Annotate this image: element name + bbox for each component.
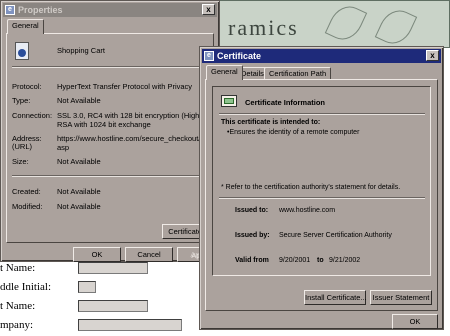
issued-by-label: Issued by: [235, 232, 270, 239]
protocol-value: HyperText Transfer Protocol with Privacy [57, 82, 193, 91]
middle-initial-input[interactable] [78, 281, 96, 293]
valid-from-label: Valid from [235, 257, 269, 264]
modified-value: Not Available [57, 202, 101, 211]
close-button[interactable]: x [426, 50, 439, 61]
first-name-input[interactable] [78, 262, 148, 274]
size-value: Not Available [57, 157, 101, 166]
valid-from-date: 9/20/2001 [279, 257, 311, 264]
properties-panel: Shopping Cart Protocol: HyperText Transf… [6, 33, 215, 243]
site-banner-text: ramics [228, 15, 299, 40]
properties-title: Properties [18, 5, 63, 15]
install-certificate-button[interactable]: Install Certificate... [304, 290, 367, 305]
issuer-statement-button[interactable]: Issuer Statement [370, 290, 432, 305]
valid-to-date: 9/21/2002 [329, 257, 361, 264]
ok-button[interactable]: OK [73, 247, 121, 262]
modified-label: Modified: [12, 202, 43, 211]
type-value: Not Available [57, 96, 101, 105]
properties-dialog: e Properties x General Shopping Cart Pro… [0, 0, 220, 262]
company-input[interactable] [78, 319, 182, 331]
middle-initial-label: ddle Initial: [0, 281, 52, 293]
item-name: Shopping Cart [57, 46, 105, 55]
document-icon [15, 42, 29, 60]
leaf-decoration-icon [324, 1, 368, 46]
valid-to-label: to [317, 257, 324, 264]
company-label: mpany: [0, 319, 33, 331]
window-icon: e [204, 51, 214, 61]
created-value: Not Available [57, 187, 101, 196]
leaf-decoration-icon [374, 4, 418, 47]
tab-general[interactable]: General [206, 65, 243, 80]
last-name-label: t Name: [0, 300, 36, 312]
issued-to-value: www.hostline.com [279, 207, 336, 214]
refer-statement-note: * Refer to the certification authority's… [221, 184, 401, 191]
close-button[interactable]: x [202, 4, 215, 15]
certificate-titlebar[interactable]: e Certificate x [202, 49, 441, 63]
created-label: Created: [12, 187, 41, 196]
last-name-input[interactable] [78, 300, 148, 312]
address-url-label: (URL) [12, 142, 32, 151]
certificate-info-box: Certificate Information This certificate… [212, 86, 431, 276]
size-label: Size: [12, 157, 29, 166]
divider [12, 66, 208, 68]
issued-to-label: Issued to: [235, 207, 269, 214]
ok-button[interactable]: OK [392, 314, 438, 329]
address-value: https://www.hostline.com/secure_checkout… [57, 134, 215, 152]
divider [219, 197, 425, 199]
divider [12, 175, 208, 177]
certificate-dialog: e Certificate x General Details Certific… [199, 46, 444, 330]
connection-value: SSL 3.0, RC4 with 128 bit encryption (Hi… [57, 111, 204, 129]
tab-general[interactable]: General [7, 19, 44, 34]
intended-purpose-item: •Ensures the identity of a remote comput… [227, 129, 360, 136]
certificate-panel: Certificate Information This certificate… [205, 79, 438, 311]
divider [219, 113, 425, 115]
intended-purpose-heading: This certificate is intended to: [221, 119, 321, 126]
window-icon: e [5, 5, 15, 15]
connection-label: Connection: [12, 111, 53, 120]
issued-by-value: Secure Server Certification Authority [279, 232, 392, 239]
cancel-button[interactable]: Cancel [125, 247, 173, 262]
type-label: Type: [12, 96, 31, 105]
certificate-icon [221, 95, 237, 107]
properties-titlebar[interactable]: e Properties x [3, 3, 217, 17]
protocol-label: Protocol: [12, 82, 42, 91]
site-banner: ramics [205, 0, 450, 48]
certificate-title: Certificate [217, 51, 262, 61]
certificate-info-heading: Certificate Information [245, 98, 326, 107]
first-name-label: t Name: [0, 262, 36, 274]
